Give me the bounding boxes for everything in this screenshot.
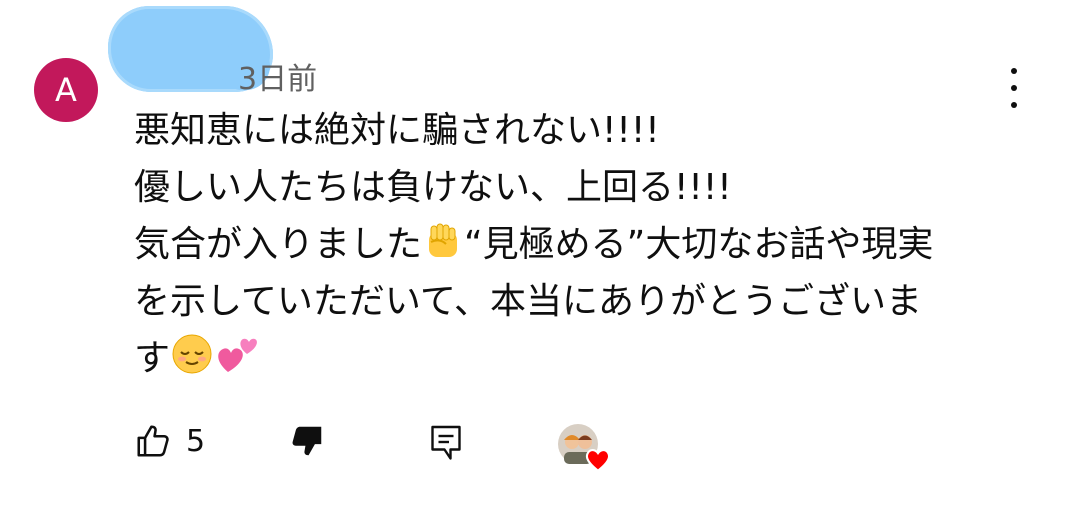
reply-icon <box>431 425 461 460</box>
thumb-up-icon <box>137 425 169 457</box>
relieved-face-emoji <box>172 334 212 374</box>
comment-line-part: “見極める”大切なお話や現実 <box>464 224 934 265</box>
comment-timestamp[interactable]: 3日前 <box>238 54 317 98</box>
raised-fist-emoji <box>429 223 458 257</box>
comment-line: 気合が入りました “見極める”大切なお話や現実 <box>134 216 1034 273</box>
like-button[interactable]: 5 <box>134 422 205 460</box>
dislike-button[interactable] <box>288 422 326 460</box>
comment-line-part: 気合が入りました <box>134 224 423 265</box>
two-hearts-emoji <box>218 338 257 372</box>
comment-line: 悪知恵には絶対に騙されない!!!! <box>134 110 660 151</box>
creator-heart[interactable] <box>556 422 612 474</box>
author-initial: A <box>55 71 77 109</box>
reply-button[interactable] <box>428 422 464 462</box>
comment-line-part: す <box>134 338 171 379</box>
like-count: 5 <box>186 423 206 459</box>
comment-line: を示していただいて、本当にありがとうございま <box>134 281 923 322</box>
comment-text: 悪知恵には絶対に騙されない!!!! 優しい人たちは負けない、上回る!!!! 気合… <box>134 102 1034 387</box>
comment-line: す <box>134 330 1034 387</box>
comment-line: 優しい人たちは負けない、上回る!!!! <box>134 167 732 208</box>
creator-heart-icon <box>585 448 611 472</box>
author-avatar[interactable]: A <box>34 58 98 122</box>
thumb-down-icon <box>292 426 322 456</box>
